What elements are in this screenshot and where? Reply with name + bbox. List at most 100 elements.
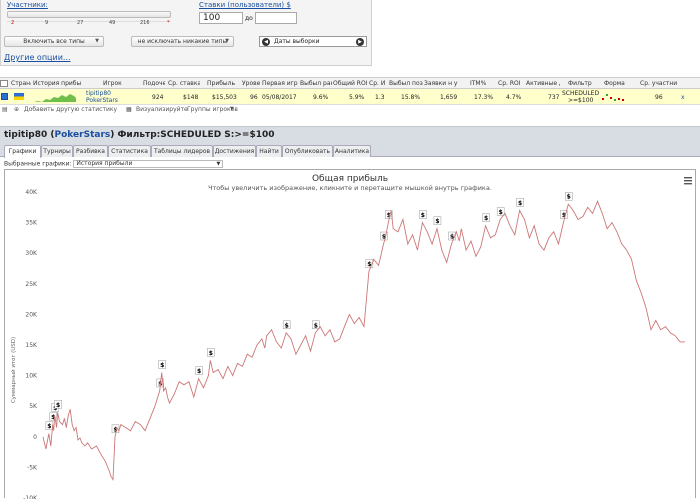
row-checkbox[interactable] bbox=[1, 93, 8, 100]
tournament-win-marker[interactable]: $ bbox=[158, 360, 166, 370]
exclude-types-dropdown[interactable]: не исключать никакие типы ▼ bbox=[131, 36, 234, 47]
stakes-label[interactable]: Ставки (пользователи) $ bbox=[199, 1, 291, 9]
table-actions: ▤ ⊕ Добавить другую статистику ▦ Визуали… bbox=[0, 105, 700, 114]
svg-text:$: $ bbox=[56, 402, 60, 409]
cell-total-roi: 5.9% bbox=[349, 94, 365, 101]
col-player[interactable]: Игрок bbox=[103, 80, 133, 87]
tab-analytics[interactable]: Аналитика bbox=[333, 145, 371, 157]
col-avg-participants[interactable]: Ср. участни bbox=[640, 80, 678, 87]
col-profit[interactable]: Прибыль bbox=[207, 80, 237, 87]
cell-filter-line2: >=$100 bbox=[568, 97, 594, 104]
svg-text:$: $ bbox=[499, 209, 503, 216]
col-form[interactable]: Форма bbox=[604, 80, 626, 87]
cell-count: 924 bbox=[152, 94, 164, 101]
cell-late-out: 15.8% bbox=[401, 94, 421, 101]
y-tick-label: 5K bbox=[29, 403, 38, 410]
chart-selector-label: Выбранные графики: bbox=[4, 160, 72, 168]
select-all-checkbox[interactable] bbox=[0, 80, 8, 87]
remove-row-button[interactable]: x bbox=[681, 94, 685, 101]
player-name-link[interactable]: tipitip80 bbox=[86, 90, 111, 97]
title-network-link[interactable]: PokerStars bbox=[55, 130, 111, 140]
tournament-win-marker[interactable]: $ bbox=[565, 191, 573, 201]
profit-sparkline bbox=[34, 94, 76, 102]
col-total-roi[interactable]: Общий ROI bbox=[333, 80, 367, 87]
add-icon: ▤ bbox=[2, 106, 8, 113]
visualize-link[interactable]: Визуализируйте bbox=[136, 106, 188, 113]
chart-subtitle: Чтобы увеличить изображение, кликните и … bbox=[208, 184, 492, 192]
tournament-win-marker[interactable]: $ bbox=[419, 210, 427, 220]
cell-filter-line1: SCHEDULED bbox=[562, 90, 600, 97]
col-country[interactable]: Страна bbox=[11, 80, 31, 87]
col-level[interactable]: Урове bbox=[242, 80, 260, 87]
to-label: до bbox=[245, 15, 253, 22]
profit-chart[interactable]: Общая прибыль Чтобы увеличить изображени… bbox=[4, 169, 696, 501]
col-filter[interactable]: Фильтр bbox=[568, 80, 592, 87]
tournament-win-marker[interactable]: $ bbox=[516, 198, 524, 207]
visualize-icon: ▦ bbox=[126, 106, 132, 113]
expand-icon[interactable]: ⊕ bbox=[14, 106, 19, 113]
svg-text:$: $ bbox=[314, 322, 318, 329]
chart-selector-dropdown[interactable]: История прибыли ▼ bbox=[73, 160, 224, 168]
results-table: Страна История прибыл Игрок Подоче Ср. с… bbox=[0, 77, 700, 114]
other-options-link[interactable]: Другие опции... bbox=[4, 53, 71, 62]
stake-to-input[interactable] bbox=[255, 12, 297, 24]
tab-achievements[interactable]: Достижения bbox=[213, 145, 256, 157]
tab-statistics[interactable]: Статистика bbox=[108, 145, 151, 157]
slider-tick: 27 bbox=[77, 20, 84, 26]
participants-slider[interactable] bbox=[7, 11, 171, 18]
tournament-win-marker[interactable]: $ bbox=[45, 421, 54, 431]
svg-text:$: $ bbox=[518, 200, 522, 207]
tab-charts[interactable]: Графики bbox=[4, 145, 41, 158]
table-row[interactable]: tipitip80 PokerStars 924 $148 $15,503 96… bbox=[0, 89, 700, 105]
col-entries[interactable]: Заявки н у bbox=[424, 80, 458, 87]
svg-text:$: $ bbox=[47, 423, 51, 430]
page-title: tipitip80 (PokerStars) Фильтр:SCHEDULED … bbox=[0, 126, 700, 144]
tournament-win-marker[interactable]: $ bbox=[195, 366, 203, 376]
date-range-picker[interactable]: ◀ Даты выборки ▶ bbox=[259, 36, 367, 47]
col-first-game[interactable]: Первая игр bbox=[262, 80, 300, 87]
slider-tick: * bbox=[167, 20, 170, 26]
tab-leaderboards[interactable]: Таблицы лидеров bbox=[151, 145, 213, 157]
tab-find[interactable]: Найти bbox=[256, 145, 282, 157]
tab-tournaments[interactable]: Турниры bbox=[41, 145, 73, 157]
tournament-win-marker[interactable]: $ bbox=[496, 207, 505, 217]
col-avg-stake[interactable]: Ср. ставка bbox=[168, 80, 200, 87]
title-player: tipitip80 bbox=[4, 130, 48, 140]
svg-text:$: $ bbox=[285, 322, 289, 329]
col-late-out[interactable]: Выбыл позд bbox=[389, 80, 423, 87]
tab-breakdown[interactable]: Разбивка bbox=[73, 145, 108, 157]
y-tick-label: 0 bbox=[33, 434, 37, 441]
include-types-value: Включить все типы bbox=[23, 38, 85, 45]
col-avg-roi[interactable]: Ср. ROI bbox=[498, 80, 524, 87]
tournament-win-marker[interactable]: $ bbox=[207, 348, 215, 357]
tournament-win-marker[interactable]: $ bbox=[312, 320, 320, 330]
y-tick-label: 20K bbox=[25, 311, 38, 318]
include-types-dropdown[interactable]: Включить все типы ▼ bbox=[4, 36, 104, 47]
tournament-win-marker[interactable]: $ bbox=[54, 400, 62, 409]
date-range-label: Даты выборки bbox=[274, 38, 320, 45]
col-profit-history[interactable]: История прибыл bbox=[33, 80, 81, 87]
tab-publish[interactable]: Опубликовать bbox=[282, 145, 333, 157]
col-itm[interactable]: ITM% bbox=[470, 80, 492, 87]
cell-entries: 1,659 bbox=[440, 94, 458, 101]
col-early-out[interactable]: Выбыл ран bbox=[300, 80, 332, 87]
tournament-win-marker[interactable]: $ bbox=[433, 216, 442, 226]
y-tick-label: 40K bbox=[25, 189, 38, 196]
participants-label[interactable]: Участники: bbox=[7, 1, 48, 9]
y-axis-label: Суммарный итог (USD) bbox=[10, 337, 17, 403]
tournament-win-marker[interactable]: $ bbox=[482, 213, 490, 223]
y-axis: 40K 35K 30K 25K 20K 15K 10K 5K 0 -5K -10K bbox=[23, 189, 38, 501]
prev-date-icon[interactable]: ◀ bbox=[262, 38, 270, 46]
add-stat-link[interactable]: Добавить другую статистику bbox=[24, 106, 117, 113]
next-date-icon[interactable]: ▶ bbox=[356, 38, 364, 46]
tournament-win-marker[interactable]: $ bbox=[282, 320, 291, 330]
top-blank bbox=[372, 0, 700, 66]
cell-level: 96 bbox=[250, 94, 258, 101]
menu-icon[interactable] bbox=[684, 177, 692, 185]
svg-text:$: $ bbox=[209, 350, 213, 357]
col-active-days[interactable]: Активные д bbox=[526, 80, 560, 87]
profit-chart-svg[interactable]: Общая прибыль Чтобы увеличить изображени… bbox=[5, 170, 695, 501]
stake-from-input[interactable]: 100 bbox=[199, 12, 243, 24]
col-count[interactable]: Подоче bbox=[143, 80, 165, 87]
col-avg-i[interactable]: Ср. И bbox=[369, 80, 385, 87]
